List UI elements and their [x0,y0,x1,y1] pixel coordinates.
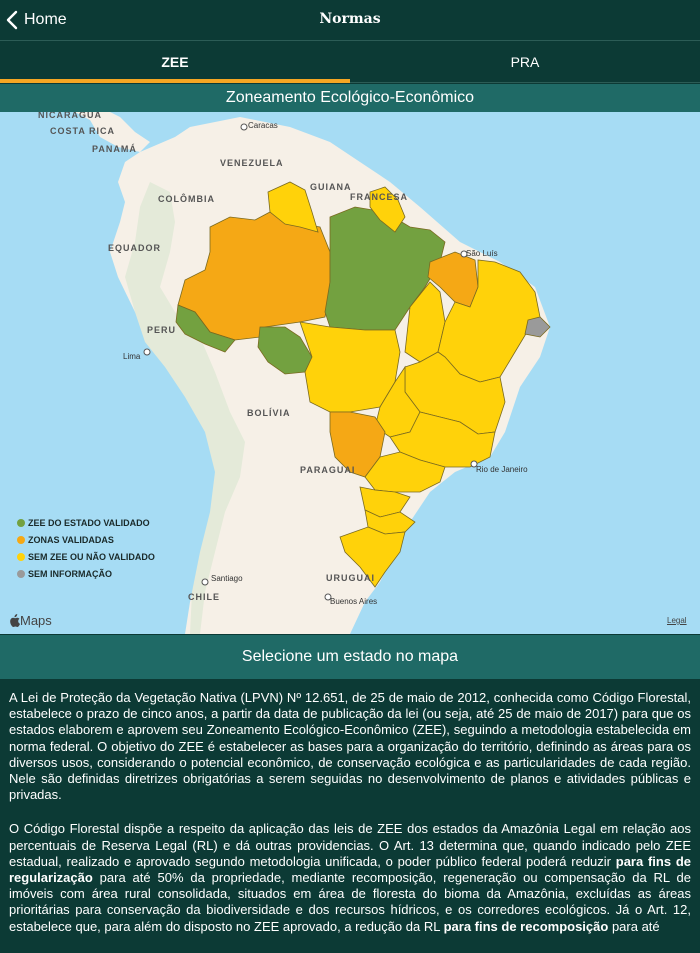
map-label-venezuela: VENEZUELA [220,158,284,168]
city-label-caracas: Caracas [248,121,278,130]
legal-link[interactable]: Legal [667,616,687,625]
maps-attribution-text: Maps [20,613,52,628]
paragraph-1: A Lei de Proteção da Vegetação Nativa (L… [9,690,691,803]
legend-item-no-info: SEM INFORMAÇÃO [17,565,155,582]
map-label-francesa: FRANCESA [350,192,409,202]
tab-pra[interactable]: PRA [350,41,700,83]
city-label-lima: Lima [123,352,141,361]
zee-description: A Lei de Proteção da Vegetação Nativa (L… [9,690,691,953]
city-dot-caracas [240,123,248,131]
nav-bar: Home Normas [0,0,700,41]
paragraph-2: O Código Florestal dispõe a respeito da … [9,821,691,934]
legend-dot-green [17,518,25,527]
map-label-panama: PANAMÁ [92,144,137,154]
city-label-rio: Rio de Janeiro [476,465,528,474]
city-label-buenos-aires: Buenos Aires [330,597,378,606]
legend-dot-orange [17,535,25,544]
map-label-paraguai: PARAGUAI [300,465,356,475]
maps-attribution: Maps [9,613,52,628]
legend-item-validated-zones: ZONAS VALIDADAS [17,531,155,548]
city-label-santiago: Santiago [211,574,243,583]
legend-label: ZEE DO ESTADO VALIDADO [28,517,150,528]
city-label-sao-luis: São Luís [466,249,498,258]
map-label-chile: CHILE [188,592,220,602]
map-label-peru: PERU [147,325,177,335]
tab-divider [350,82,700,83]
legend-dot-gray [17,569,25,578]
legend-item-validated-state: ZEE DO ESTADO VALIDADO [17,514,155,531]
map-label-equador: EQUADOR [108,243,162,253]
legend-item-not-validated: SEM ZEE OU NÃO VALIDADO [17,548,155,565]
map-label-guiana: GUIANA [310,182,352,192]
map-label-bolivia: BOLÍVIA [247,408,291,418]
legend-dot-yellow [17,552,25,561]
legend-label: ZONAS VALIDADAS [28,534,114,545]
select-state-prompt[interactable]: Selecione um estado no mapa [0,635,700,679]
map-label-uruguai: URUGUAI [326,573,375,583]
tab-zee[interactable]: ZEE [0,41,350,83]
map-label-colombia: COLÔMBIA [158,194,215,204]
legend-label: SEM INFORMAÇÃO [28,568,112,579]
city-dot-lima [143,348,151,356]
page-title: Normas [319,11,381,27]
apple-logo-icon [10,614,20,627]
map-legend: ZEE DO ESTADO VALIDADO ZONAS VALIDADAS S… [17,514,155,582]
map-label-nicaragua: NICARAGUA [38,112,102,120]
map-label-costa-rica: COSTA RICA [50,126,115,136]
city-dot-santiago [201,578,209,586]
legend-label: SEM ZEE OU NÃO VALIDADO [28,551,155,562]
map-title: Zoneamento Ecológico-Econômico [0,84,700,112]
tab-bar: ZEE PRA [0,41,700,83]
